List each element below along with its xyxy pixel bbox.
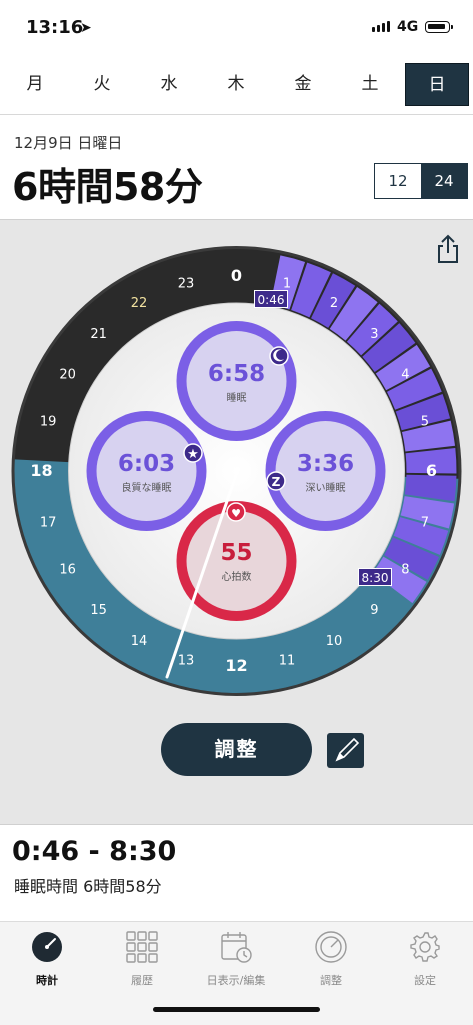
hour-tick-label: 21 xyxy=(90,327,107,342)
tab-tuesday[interactable]: 火 xyxy=(70,63,134,106)
tab-monday[interactable]: 月 xyxy=(3,63,67,106)
hour-tick-label: 7 xyxy=(421,515,429,530)
signal-icon xyxy=(372,21,390,32)
stat-heart-label: 心拍数 xyxy=(221,572,252,583)
tab-saturday[interactable]: 土 xyxy=(338,63,402,106)
hour-tick-label: 4 xyxy=(401,368,409,383)
stat-quality-label: 良質な睡眠 xyxy=(121,483,172,494)
stat-deep-value: 3:36 xyxy=(296,451,355,477)
tab-history[interactable]: 履歴 xyxy=(95,930,189,988)
format-12-button[interactable]: 12 xyxy=(375,164,421,198)
hour-tick-label: 11 xyxy=(279,653,296,668)
sleep-start-tag: 0:46 xyxy=(254,290,288,308)
hour-tick-label: 18 xyxy=(30,461,52,480)
hour-tick-label: 2 xyxy=(330,296,338,311)
tab-wednesday[interactable]: 水 xyxy=(137,63,201,106)
tab-day-view[interactable]: 日表示/編集 xyxy=(189,930,283,988)
status-bar: 13:16 ➤ 4G xyxy=(0,0,473,58)
clock-icon xyxy=(32,932,62,962)
hour-tick-label: 6 xyxy=(426,461,437,480)
home-indicator xyxy=(153,1007,320,1012)
tab-settings-label: 設定 xyxy=(414,974,436,987)
hour-tick-label: 19 xyxy=(40,415,57,430)
format-24-button[interactable]: 24 xyxy=(421,164,467,198)
tab-friday[interactable]: 金 xyxy=(271,63,335,106)
hour-tick-label: 20 xyxy=(59,368,76,383)
tab-thursday[interactable]: 木 xyxy=(204,63,268,106)
hour-tick-label: 3 xyxy=(370,327,378,342)
hour-format-toggle: 12 24 xyxy=(374,163,468,199)
adjust-button[interactable]: 調整 xyxy=(161,723,312,776)
hour-tick-label: 13 xyxy=(178,653,195,668)
tab-clock-label: 時計 xyxy=(36,974,58,987)
tab-adjust-label: 調整 xyxy=(320,974,342,987)
hour-tick-label: 14 xyxy=(131,634,148,649)
edit-button[interactable] xyxy=(327,727,367,768)
hour-tick-label: 8 xyxy=(401,563,409,578)
gauge-icon xyxy=(315,931,347,963)
stat-sleep-value: 6:58 xyxy=(207,361,266,387)
hour-tick-label: 17 xyxy=(40,515,57,530)
stat-heart-value: 55 xyxy=(220,540,253,566)
hour-tick-label: 10 xyxy=(326,634,343,649)
hour-tick-label: 5 xyxy=(421,415,429,430)
gear-icon xyxy=(410,932,440,962)
stat-sleep-label: 睡眠 xyxy=(226,393,247,404)
tab-clock[interactable]: 時計 xyxy=(0,930,94,988)
calendar-icon xyxy=(221,932,252,963)
weekday-tabs: 月 火 水 木 金 土 日 xyxy=(0,58,473,115)
hour-tick-label: 15 xyxy=(90,603,107,618)
tab-day-view-label: 日表示/編集 xyxy=(206,974,266,987)
hour-tick-label: 0 xyxy=(231,266,242,285)
date-label: 12月9日 日曜日 xyxy=(14,134,123,152)
tab-adjust[interactable]: 調整 xyxy=(284,930,378,988)
sleep-duration-title: 6時間58分 xyxy=(12,165,203,209)
sleep-end-tag: 8:30 xyxy=(358,568,392,586)
pencil-icon xyxy=(335,727,367,762)
sleep-range: 0:46 - 8:30 xyxy=(12,836,177,867)
hour-tick-label: 9 xyxy=(370,603,378,618)
tab-settings[interactable]: 設定 xyxy=(378,930,472,988)
hour-tick-label: 16 xyxy=(59,563,76,578)
battery-icon xyxy=(425,21,453,33)
location-arrow-icon: ➤ xyxy=(80,20,92,36)
stat-deep-label: 深い睡眠 xyxy=(305,483,346,494)
tab-sunday[interactable]: 日 xyxy=(405,63,469,106)
sleep-time-label: 睡眠時間 6時間58分 xyxy=(14,877,162,896)
grid-icon xyxy=(126,931,158,963)
network-type: 4G xyxy=(397,19,419,35)
tab-history-label: 履歴 xyxy=(131,974,153,987)
hour-tick-label: 22 xyxy=(131,296,148,311)
stat-heart[interactable]: 55 心拍数 xyxy=(176,502,297,623)
hour-tick-label: 23 xyxy=(178,277,195,292)
hour-tick-label: 12 xyxy=(225,656,247,675)
stat-quality-value: 6:03 xyxy=(117,451,176,477)
status-time: 13:16 xyxy=(26,17,84,38)
